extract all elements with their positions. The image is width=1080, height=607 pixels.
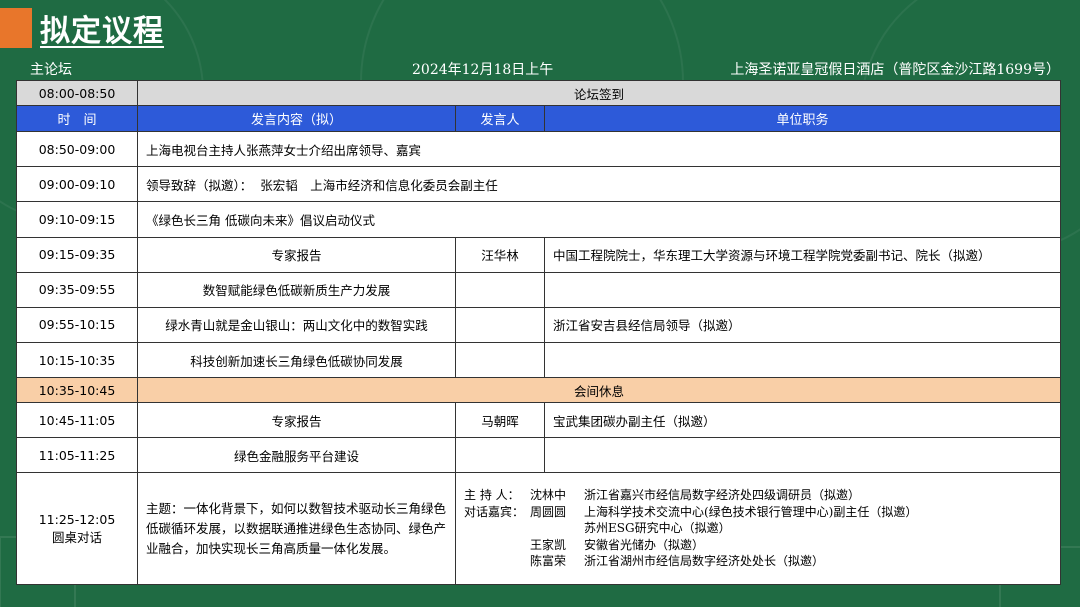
page-title: 拟定议程 (40, 14, 164, 49)
row-content: 专家报告 (137, 236, 456, 273)
row-time: 08:50-09:00 (16, 131, 138, 168)
row-speaker: 马朝晖 (455, 402, 545, 439)
roundtable-row: 11:25-12:05 圆桌对话 主题：一体化背景下，如何以数智技术驱动长三角绿… (16, 472, 1062, 585)
row-position (543, 271, 1062, 308)
header-speaker: 发言人 (455, 105, 545, 133)
signin-label: 论坛签到 (136, 79, 1062, 107)
row-time: 11:05-11:25 (16, 437, 138, 474)
header-time: 时 间 (16, 105, 138, 133)
row-position: 浙江省安吉县经信局领导（拟邀） (543, 306, 1062, 343)
session-date: 2024年12月18日上午 (412, 62, 554, 78)
panel-position: 上海科学技术交流中心(绿色技术银行管理中心)副主任（拟邀） (584, 504, 918, 519)
panel-position: 安徽省光储办（拟邀） (584, 537, 705, 552)
roundtable-time: 11:25-12:05 (38, 511, 116, 527)
table-row: 09:10-09:15 《绿色长三角 低碳向未来》倡议启动仪式 (16, 201, 1062, 238)
title-bar: 拟定议程 (0, 8, 164, 49)
break-time: 10:35-10:45 (16, 377, 138, 404)
row-speaker (455, 271, 545, 308)
panel-line: 苏州ESG研究中心（拟邀） (464, 520, 1052, 537)
panel-position: 苏州ESG研究中心（拟邀） (584, 521, 731, 536)
row-content: 领导致辞（拟邀）： 张宏韬 上海市经济和信息化委员会副主任 (136, 166, 1062, 203)
panel-name (530, 520, 584, 537)
panel-name: 陈富荣 (530, 554, 567, 569)
break-row: 10:35-10:45 会间休息 (16, 377, 1062, 404)
row-time: 09:00-09:10 (16, 166, 138, 203)
row-speaker (455, 306, 545, 343)
row-content: 《绿色长三角 低碳向未来》倡议启动仪式 (136, 201, 1062, 238)
session-name: 主论坛 (30, 62, 72, 78)
agenda-table: 08:00-08:50 论坛签到 时 间 发言内容（拟） 发言人 单位职务 08… (16, 79, 1062, 585)
row-content: 数智赋能绿色低碳新质生产力发展 (137, 271, 456, 308)
row-content: 专家报告 (137, 402, 456, 439)
panel-position: 浙江省湖州市经信局数字经济处处长（拟邀） (584, 554, 825, 569)
row-time: 09:55-10:15 (16, 306, 138, 343)
signin-row: 08:00-08:50 论坛签到 (16, 79, 1062, 107)
panel-role (464, 520, 530, 537)
header-position: 单位职务 (543, 105, 1062, 133)
panel-role (464, 553, 530, 570)
panel-name: 王家凯 (530, 537, 567, 552)
row-position (543, 437, 1062, 474)
panel-line: 陈富荣 浙江省湖州市经信局数字经济处处长（拟邀） (464, 553, 1052, 570)
row-time: 09:10-09:15 (16, 201, 138, 238)
roundtable-time-cell: 11:25-12:05 圆桌对话 (16, 472, 138, 585)
roundtable-topic: 主题：一体化背景下，如何以数智技术驱动长三角绿色低碳循环发展，以数据联通推进绿色… (137, 472, 456, 585)
table-row: 10:45-11:05 专家报告 马朝晖 宝武集团碳办副主任（拟邀） (16, 402, 1062, 439)
panel-line: 对话嘉宾： 周圆圆 上海科学技术交流中心(绿色技术银行管理中心)副主任（拟邀） (464, 504, 1052, 521)
row-time: 09:35-09:55 (16, 271, 138, 308)
row-content: 上海电视台主持人张燕萍女士介绍出席领导、嘉宾 (136, 131, 1062, 168)
signin-time: 08:00-08:50 (16, 79, 138, 107)
row-content: 绿色金融服务平台建设 (137, 437, 456, 474)
panel-role: 主 持 人： (464, 488, 520, 503)
row-position (543, 341, 1062, 379)
row-speaker (455, 341, 545, 379)
row-speaker: 汪华林 (455, 236, 545, 273)
row-position: 中国工程院院士，华东理工大学资源与环境工程学院党委副书记、院长（拟邀） (543, 236, 1062, 273)
table-row: 08:50-09:00 上海电视台主持人张燕萍女士介绍出席领导、嘉宾 (16, 131, 1062, 168)
row-content: 科技创新加速长三角绿色低碳协同发展 (137, 341, 456, 379)
table-row: 09:00-09:10 领导致辞（拟邀）： 张宏韬 上海市经济和信息化委员会副主… (16, 166, 1062, 203)
roundtable-label: 圆桌对话 (51, 529, 102, 545)
title-accent-block (0, 8, 32, 48)
row-content: 绿水青山就是金山银山：两山文化中的数智实践 (137, 306, 456, 343)
table-row: 10:15-10:35 科技创新加速长三角绿色低碳协同发展 (16, 341, 1062, 379)
panel-name: 周圆圆 (530, 504, 567, 519)
row-position: 宝武集团碳办副主任（拟邀） (543, 402, 1062, 439)
table-row: 09:35-09:55 数智赋能绿色低碳新质生产力发展 (16, 271, 1062, 308)
panel-position: 浙江省嘉兴市经信局数字经济处四级调研员（拟邀） (584, 488, 861, 503)
table-header: 时 间 发言内容（拟） 发言人 单位职务 (16, 105, 1062, 133)
table-row: 11:05-11:25 绿色金融服务平台建设 (16, 437, 1062, 474)
session-venue: 上海圣诺亚皇冠假日酒店（普陀区金沙江路1699号） (730, 62, 1060, 78)
table-row: 09:55-10:15 绿水青山就是金山银山：两山文化中的数智实践 浙江省安吉县… (16, 306, 1062, 343)
row-time: 10:45-11:05 (16, 402, 138, 439)
header-content: 发言内容（拟） (137, 105, 456, 133)
panel-role (464, 537, 530, 554)
row-time: 09:15-09:35 (16, 236, 138, 273)
row-time: 10:15-10:35 (16, 341, 138, 379)
panel-role: 对话嘉宾： (464, 504, 525, 519)
panel-line: 主 持 人： 沈林中 浙江省嘉兴市经信局数字经济处四级调研员（拟邀） (464, 487, 1052, 504)
row-speaker (455, 437, 545, 474)
panel-name: 沈林中 (530, 488, 567, 503)
panel-line: 王家凯 安徽省光储办（拟邀） (464, 537, 1052, 554)
break-label: 会间休息 (136, 377, 1062, 404)
table-row: 09:15-09:35 专家报告 汪华林 中国工程院院士，华东理工大学资源与环境… (16, 236, 1062, 273)
roundtable-panel: 主 持 人： 沈林中 浙江省嘉兴市经信局数字经济处四级调研员（拟邀） 对话嘉宾：… (454, 472, 1062, 585)
